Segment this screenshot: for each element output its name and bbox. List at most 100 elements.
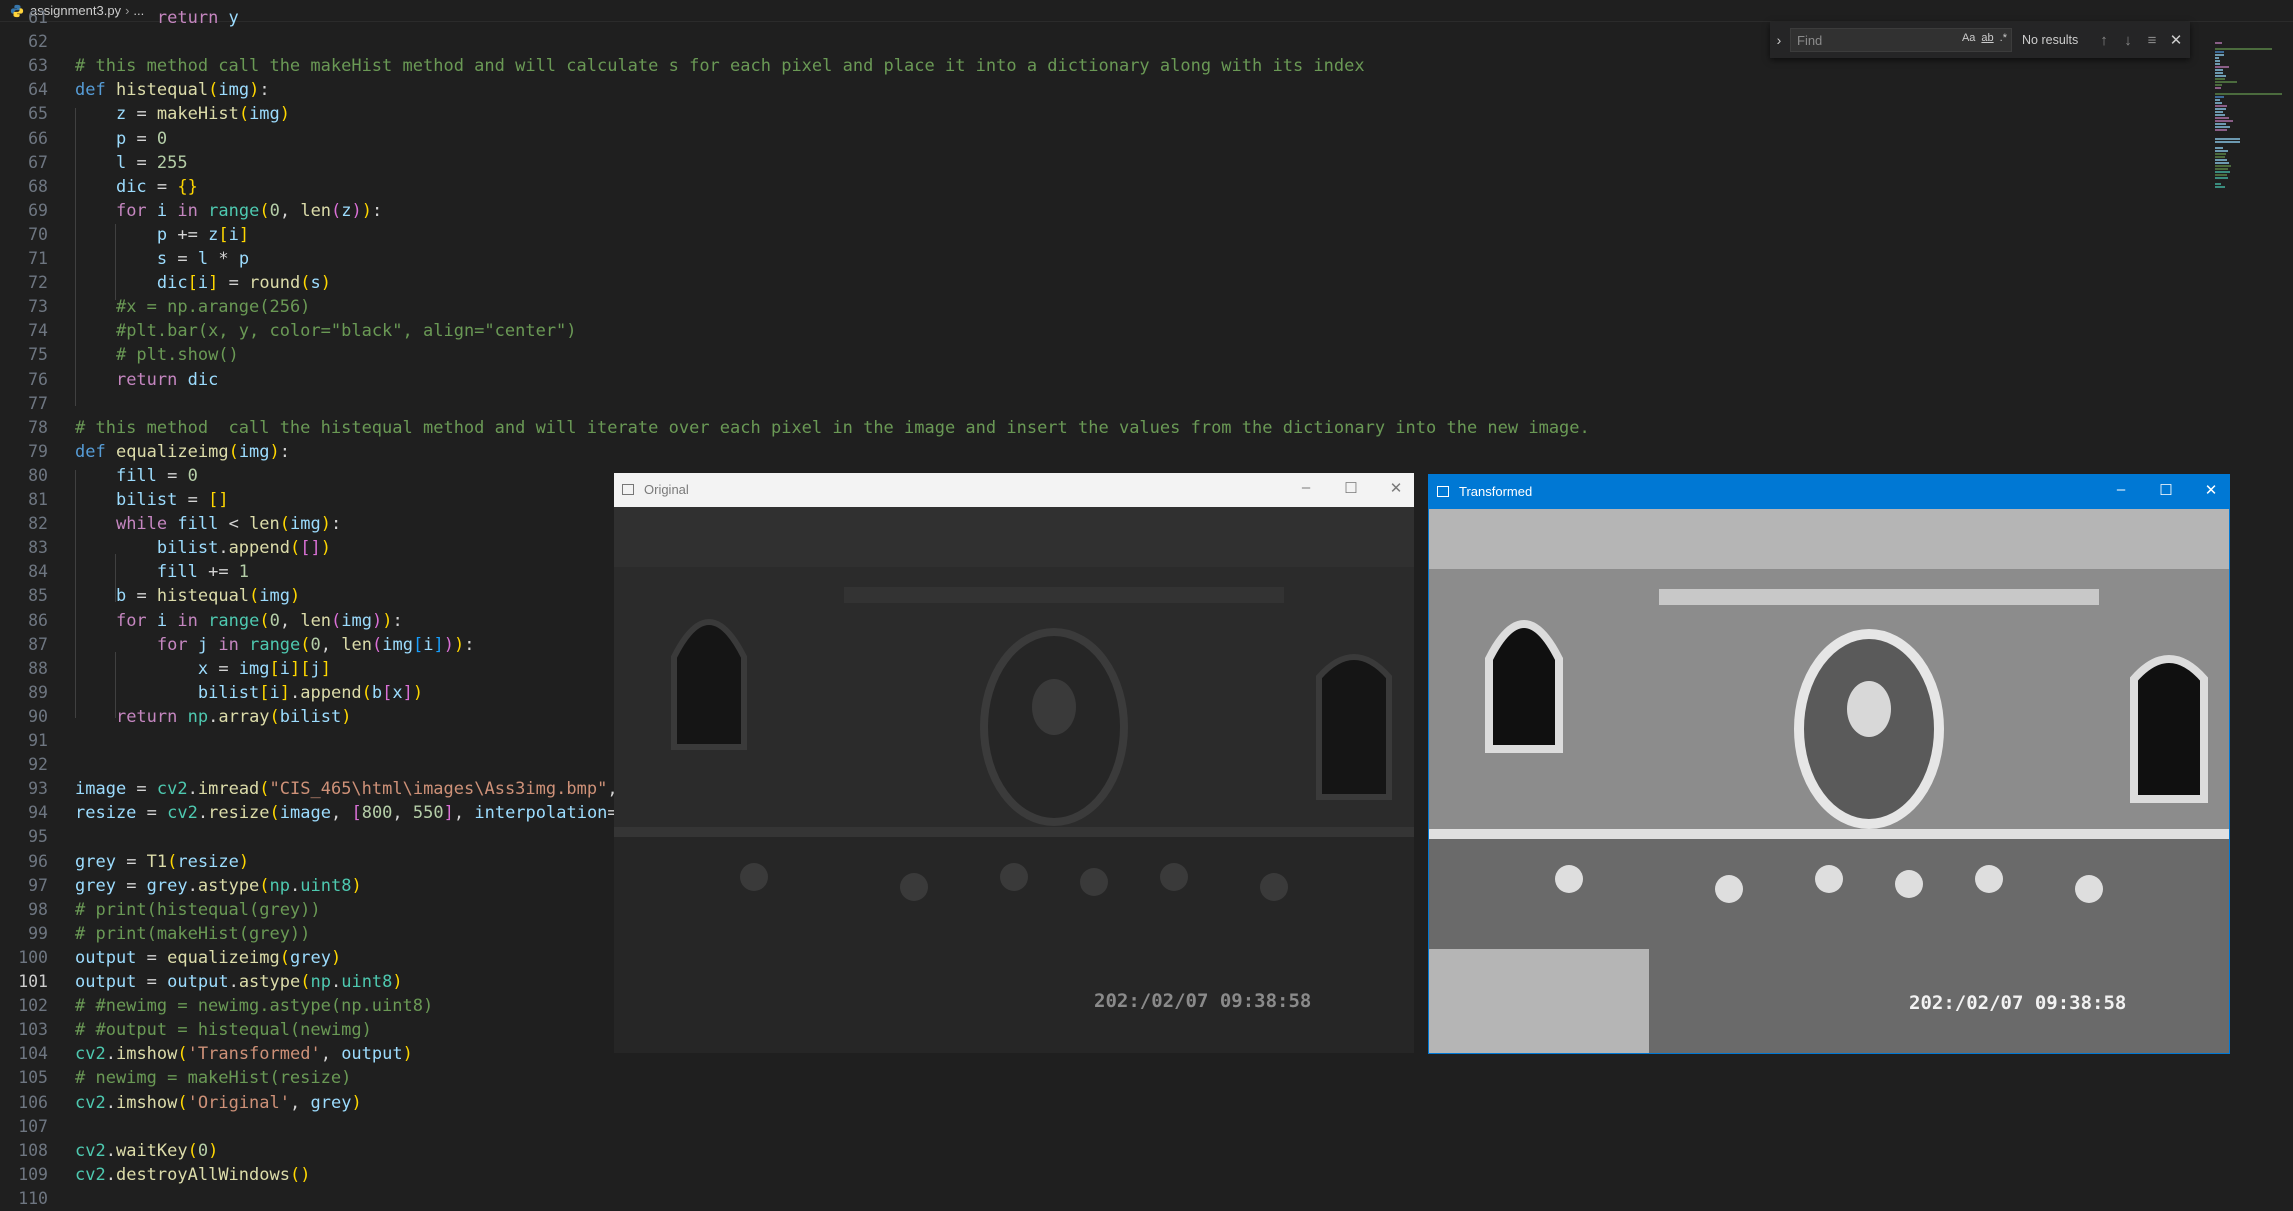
minimap-line — [2215, 111, 2223, 113]
minimize-icon[interactable]: – — [2109, 481, 2133, 498]
line-number: 88 — [28, 658, 48, 678]
line-number: 79 — [28, 441, 48, 461]
close-icon[interactable]: ✕ — [2164, 31, 2188, 49]
minimap-line — [2215, 183, 2222, 185]
line-number: 83 — [28, 538, 48, 558]
close-icon[interactable]: ✕ — [2199, 481, 2223, 499]
minimap-line — [2215, 114, 2225, 116]
minimap-line — [2215, 87, 2222, 89]
code-text: bilist = [] — [115, 490, 229, 510]
line-number: 63 — [28, 56, 48, 76]
minimap-line — [2215, 117, 2230, 119]
minimap-line — [2215, 42, 2223, 44]
line-number: 109 — [18, 1164, 48, 1184]
arrow-down-icon[interactable]: ↓ — [2116, 32, 2140, 49]
minimap-line — [2215, 99, 2221, 101]
minimap-line — [2215, 57, 2220, 59]
original-window[interactable]: Original – ☐ ✕ 202:/02/07 09:38:58 — [614, 473, 1414, 1053]
match-case-button[interactable]: Aa — [1962, 32, 1975, 44]
minimize-icon[interactable]: – — [1294, 479, 1318, 496]
code-text: image = cv2.imread("CIS_465\html\images\… — [75, 779, 648, 800]
code-text: # newimg = makeHist(resize) — [75, 1068, 352, 1089]
line-number: 99 — [28, 923, 48, 943]
line-number: 108 — [18, 1140, 48, 1160]
minimap-line — [2215, 156, 2226, 158]
minimap-line — [2215, 96, 2225, 98]
line-number: 90 — [28, 706, 48, 726]
code-text: dic = {} — [115, 176, 198, 197]
line-number: 64 — [28, 80, 48, 100]
transformed-titlebar[interactable]: Transformed – ☐ ✕ — [1429, 475, 2229, 509]
line-number: 96 — [28, 851, 48, 871]
transformed-window[interactable]: Transformed – ☐ ✕ 202:/02/07 09:38:58 — [1428, 474, 2230, 1054]
code-text: # plt.show() — [115, 345, 239, 366]
minimap-line — [2215, 108, 2227, 110]
minimap-line — [2215, 48, 2272, 50]
line-number: 97 — [28, 875, 48, 895]
line-number: 105 — [18, 1068, 48, 1088]
find-result-count: No results — [2022, 33, 2079, 47]
window-icon — [1437, 486, 1449, 497]
line-number: 92 — [28, 755, 48, 775]
maximize-icon[interactable]: ☐ — [1339, 479, 1363, 497]
minimap-line — [2215, 141, 2241, 143]
line-number: 104 — [18, 1044, 48, 1064]
code-text: output = equalizeimg(grey) — [75, 947, 342, 968]
code-text: # #output = histequal(newimg) — [75, 1020, 372, 1041]
maximize-icon[interactable]: ☐ — [2154, 481, 2178, 499]
code-text: # this method call the histequal method … — [75, 417, 1590, 438]
lines-icon[interactable]: ≡ — [2140, 32, 2164, 49]
code-text: # print(makeHist(grey)) — [75, 923, 311, 944]
code-text: # print(histequal(grey)) — [75, 899, 321, 920]
line-number: 110 — [18, 1188, 48, 1208]
whole-word-button[interactable]: ab — [1981, 32, 1993, 44]
minimap-line — [2215, 69, 2223, 71]
code-text: while fill < len(img): — [115, 514, 342, 535]
find-placeholder: Find — [1797, 32, 1823, 48]
code-text: grey = T1(resize) — [75, 851, 250, 872]
code-text: x = img[i][j] — [197, 658, 332, 679]
code-text: cv2.imshow('Transformed', output) — [75, 1044, 413, 1065]
line-number: 68 — [28, 176, 48, 196]
line-number: 84 — [28, 562, 48, 582]
code-text: for i in range(0, len(z)): — [115, 200, 383, 221]
minimap[interactable] — [2210, 22, 2293, 242]
regex-button[interactable]: .* — [2000, 32, 2007, 44]
minimap-line — [2215, 162, 2230, 164]
code-text: def histequal(img): — [75, 80, 270, 101]
code-text: return y — [156, 8, 239, 28]
line-number: 107 — [18, 1116, 48, 1136]
line-number: 82 — [28, 514, 48, 534]
line-number: 72 — [28, 273, 48, 293]
code-text: def equalizeimg(img): — [75, 441, 291, 462]
minimap-line — [2215, 129, 2228, 131]
find-input[interactable]: Find Aa ab .* — [1790, 28, 2012, 52]
line-number: 77 — [28, 393, 48, 413]
chevron-right-icon[interactable]: › — [1770, 32, 1788, 48]
window-title: Original — [644, 482, 689, 497]
minimap-line — [2215, 126, 2231, 128]
minimap-line — [2215, 66, 2229, 68]
code-text: l = 255 — [115, 152, 188, 173]
line-number: 102 — [18, 996, 48, 1016]
window-icon — [622, 484, 634, 495]
code-text: s = l * p — [156, 249, 250, 269]
code-text: #plt.bar(x, y, color="black", align="cen… — [115, 321, 577, 342]
line-number: 61 — [28, 8, 48, 27]
line-number: 75 — [28, 345, 48, 365]
close-icon[interactable]: ✕ — [1384, 479, 1408, 497]
arrow-up-icon[interactable]: ↑ — [2092, 32, 2116, 49]
original-titlebar[interactable]: Original – ☐ ✕ — [614, 473, 1414, 507]
minimap-line — [2215, 78, 2226, 80]
minimap-line — [2215, 54, 2225, 56]
line-number: 70 — [28, 224, 48, 244]
code-text: # this method call the makeHist method a… — [75, 56, 1365, 77]
line-number: 86 — [28, 610, 48, 630]
line-number: 89 — [28, 682, 48, 702]
code-text: for i in range(0, len(img)): — [115, 610, 403, 631]
code-text: grey = grey.astype(np.uint8) — [75, 875, 362, 896]
minimap-line — [2215, 174, 2228, 176]
minimap-line — [2215, 147, 2223, 149]
window-title: Transformed — [1459, 484, 1533, 499]
code-text: output = output.astype(np.uint8) — [75, 972, 403, 992]
